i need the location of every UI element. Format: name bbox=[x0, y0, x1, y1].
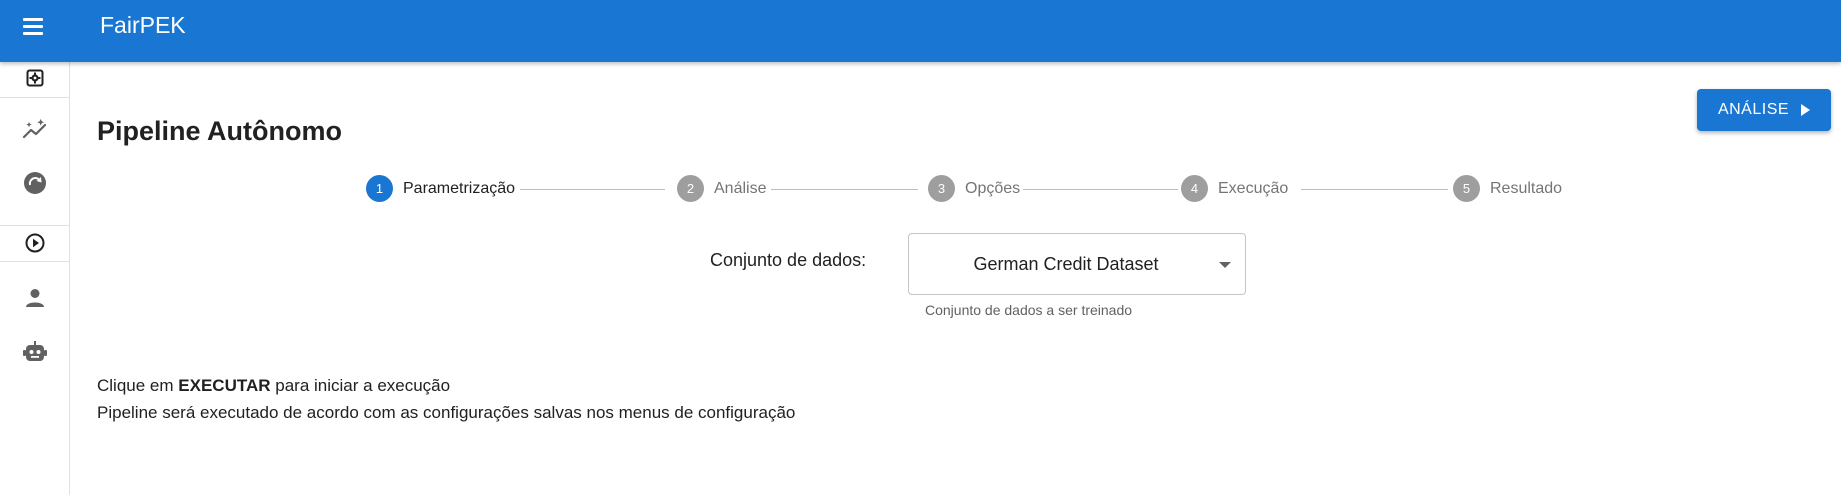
step-opcoes[interactable]: 3 Opções bbox=[928, 175, 1020, 202]
page-title: Pipeline Autônomo bbox=[97, 116, 342, 146]
step-number: 1 bbox=[366, 175, 393, 202]
sidebar-item-run[interactable] bbox=[0, 229, 69, 257]
stepper: 1 Parametrização 2 Análise 3 Opções 4 Ex… bbox=[366, 175, 1636, 205]
step-number: 5 bbox=[1453, 175, 1480, 202]
sidebar-item-refresh[interactable] bbox=[0, 169, 69, 197]
step-connector bbox=[1023, 189, 1178, 190]
sidebar-item-settings[interactable] bbox=[0, 68, 69, 88]
analysis-button-label: ANÁLISE bbox=[1717, 101, 1790, 118]
dataset-selected-value: German Credit Dataset bbox=[973, 253, 1159, 274]
step-parametrizacao[interactable]: 1 Parametrização bbox=[366, 175, 515, 202]
sidebar-divider bbox=[0, 261, 69, 262]
person-icon bbox=[25, 289, 44, 307]
app-title: FairPEK bbox=[100, 12, 186, 38]
refresh-circle-icon bbox=[23, 172, 46, 194]
sidebar-divider bbox=[0, 97, 69, 98]
instruction-line-1: Clique em EXECUTAR para iniciar a execuç… bbox=[97, 372, 795, 399]
dataset-select[interactable]: German Credit Dataset bbox=[908, 233, 1246, 295]
auto-graph-icon bbox=[22, 119, 46, 139]
instructions: Clique em EXECUTAR para iniciar a execuç… bbox=[97, 372, 795, 426]
analysis-button[interactable]: ANÁLISE bbox=[1697, 89, 1831, 131]
instruction-prefix: Clique em bbox=[97, 376, 174, 395]
play-arrow-icon bbox=[1801, 104, 1811, 116]
dataset-label: Conjunto de dados: bbox=[710, 250, 867, 270]
step-label: Parametrização bbox=[403, 179, 516, 197]
chevron-down-icon[interactable] bbox=[1219, 262, 1231, 268]
sidebar-divider bbox=[0, 225, 69, 226]
main-content: Pipeline Autônomo ANÁLISE 1 Parametrizaç… bbox=[70, 62, 1841, 495]
sidebar bbox=[0, 62, 70, 495]
app-bar: FairPEK bbox=[0, 0, 1841, 62]
step-number: 3 bbox=[928, 175, 955, 202]
settings-box-icon bbox=[26, 69, 43, 87]
step-number: 2 bbox=[677, 175, 704, 202]
step-execucao[interactable]: 4 Execução bbox=[1181, 175, 1288, 202]
sidebar-item-bot[interactable] bbox=[0, 338, 69, 366]
instruction-suffix: para iniciar a execução bbox=[275, 376, 451, 395]
sidebar-item-profile[interactable] bbox=[0, 284, 69, 312]
instruction-line-2: Pipeline será executado de acordo com as… bbox=[97, 403, 796, 422]
step-number: 4 bbox=[1181, 175, 1208, 202]
step-label: Execução bbox=[1218, 179, 1289, 197]
instruction-keyword: EXECUTAR bbox=[178, 376, 271, 395]
play-circle-icon bbox=[25, 233, 44, 253]
step-analise[interactable]: 2 Análise bbox=[677, 175, 766, 202]
step-label: Opções bbox=[965, 179, 1021, 197]
step-connector bbox=[520, 189, 665, 190]
step-connector bbox=[771, 189, 918, 190]
step-label: Resultado bbox=[1490, 179, 1563, 197]
robot-icon bbox=[22, 341, 47, 361]
menu-icon[interactable] bbox=[18, 12, 48, 40]
sidebar-item-analytics[interactable] bbox=[0, 116, 69, 144]
step-connector bbox=[1301, 189, 1448, 190]
step-resultado[interactable]: 5 Resultado bbox=[1453, 175, 1562, 202]
dataset-helper-text: Conjunto de dados a ser treinado bbox=[925, 302, 1133, 318]
step-label: Análise bbox=[714, 179, 767, 197]
